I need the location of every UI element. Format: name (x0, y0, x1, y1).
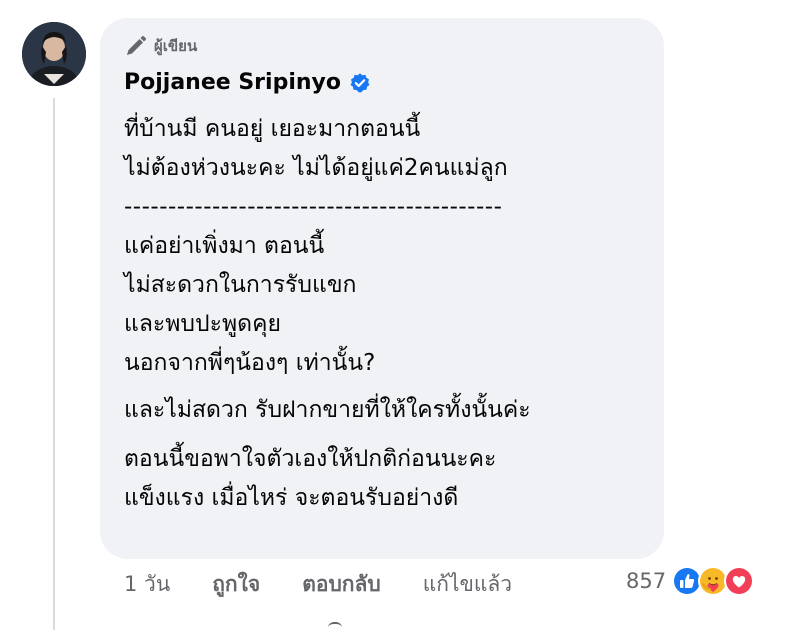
comment-line: ไม่ต้องห่วงนะคะ ไม่ได้อยู่แค่2คนแม่ลูก (124, 155, 508, 181)
comment-line: ไม่สะดวกในการรับแขก (124, 272, 357, 298)
author-badge: ผู้เขียน (124, 34, 197, 58)
comment-line: และไม่สดวก รับฝากขายที่ให้ใครทั้งนั้นค่ะ (124, 397, 531, 423)
reply-button[interactable]: ตอบกลับ (302, 568, 381, 601)
comment-line: แข็งแรง เมื่อไหร่ จะตอนรับอย่างดี (124, 485, 459, 511)
comment-divider-line: ----------------------------------------… (124, 194, 503, 220)
comment-actions: 1 วัน ถูกใจ ตอบกลับ แก้ไขแล้ว (124, 568, 512, 601)
reply-connector (328, 622, 342, 630)
comment-line: แค่อย่าเพิ่งมา ตอนนี้ (124, 233, 325, 259)
author-badge-label: ผู้เขียน (154, 37, 198, 55)
reaction-summary[interactable]: 857 (626, 566, 755, 596)
author-name-row: Pojjanee Sripinyo (124, 70, 371, 95)
comment-line: ตอนนี้ขอพาใจตัวเองให้ปกติก่อนนะคะ (124, 446, 497, 472)
comment-line: นอกจากพี่ๆน้องๆ เท่านั้น? (124, 350, 376, 376)
avatar[interactable] (22, 22, 86, 86)
comment-timestamp[interactable]: 1 วัน (124, 568, 170, 601)
comment-thread: ผู้เขียน Pojjanee Sripinyo ที่บ้านมี คนอ… (0, 0, 800, 630)
reaction-count[interactable]: 857 (626, 569, 666, 593)
thread-line (53, 98, 55, 630)
verified-badge-icon (350, 72, 370, 92)
author-name[interactable]: Pojjanee Sripinyo (124, 70, 341, 95)
like-button[interactable]: ถูกใจ (212, 568, 260, 601)
comment-body: ที่บ้านมี คนอยู่ เยอะมากตอนนี้ ไม่ต้องห่… (124, 110, 654, 518)
love-icon (724, 566, 755, 596)
comment-line: ที่บ้านมี คนอยู่ เยอะมากตอนนี้ (124, 116, 421, 142)
edited-label[interactable]: แก้ไขแล้ว (423, 568, 512, 601)
comment-line: และพบปะพูดคุย (124, 311, 281, 337)
pen-icon (127, 36, 146, 55)
